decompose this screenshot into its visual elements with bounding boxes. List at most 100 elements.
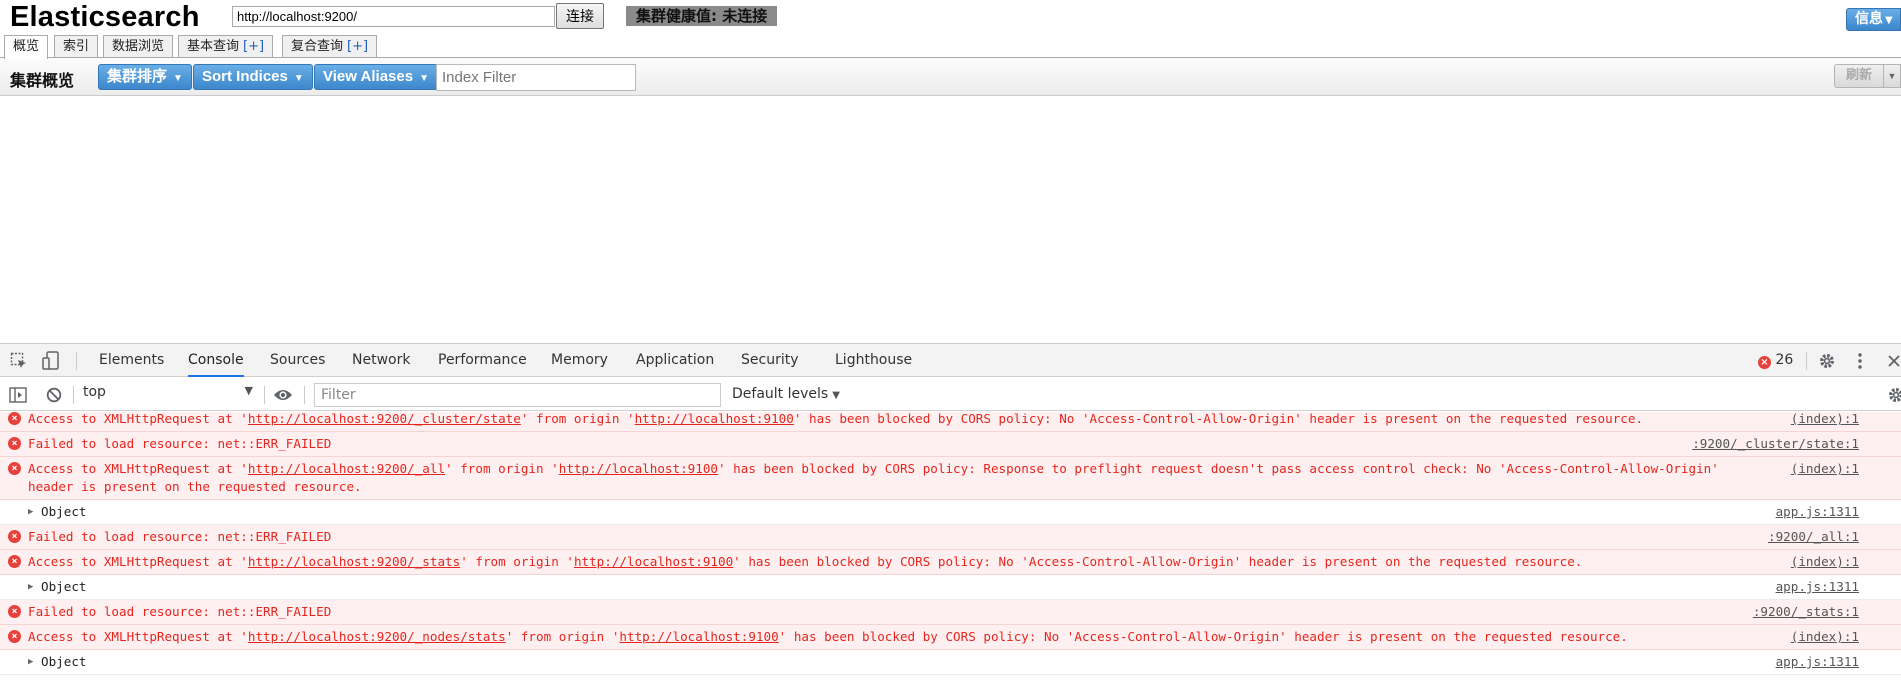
log-text: Object (41, 579, 87, 594)
add-tab-link[interactable]: [+] (243, 39, 264, 54)
log-message: Failed to load resource: net::ERR_FAILED (28, 604, 331, 619)
view-aliases-dropdown[interactable]: View Aliases ▼ (314, 64, 438, 90)
tab-browser[interactable]: 数据浏览 (103, 35, 174, 58)
log-url-link[interactable]: http://localhost:9100 (635, 412, 794, 426)
tab-overview[interactable]: 概览 (4, 35, 49, 59)
js-context-select[interactable]: top ▼ (83, 384, 253, 404)
expand-triangle-icon[interactable]: ▶ (28, 653, 33, 671)
error-icon: × (8, 605, 21, 618)
sort-indices-dropdown[interactable]: Sort Indices ▼ (193, 64, 313, 90)
sidebar-toggle-icon[interactable] (9, 387, 27, 403)
log-source-link[interactable]: (index):1 (1791, 553, 1859, 571)
console-log-row: ▶ Object app.js:1311 (0, 575, 1901, 600)
dropdown-label: View Aliases (323, 68, 414, 85)
log-text: Object (41, 654, 87, 669)
error-icon: × (8, 462, 21, 475)
log-source-link[interactable]: app.js:1311 (1776, 578, 1859, 596)
console-filter-input[interactable] (314, 383, 721, 407)
error-icon: × (8, 555, 21, 568)
log-source-link[interactable]: :9200/_all:1 (1768, 528, 1859, 546)
error-count: 26 (1775, 352, 1794, 368)
console-error-row: × Failed to load resource: net::ERR_FAILE… (0, 525, 1901, 550)
tab-performance[interactable]: Performance (438, 344, 527, 377)
tab-label: 基本查询 (187, 39, 240, 54)
cluster-health-badge: 集群健康值: 未连接 (626, 6, 778, 26)
clear-console-icon[interactable] (46, 387, 62, 403)
tab-console[interactable]: Console (188, 344, 244, 377)
log-source-link[interactable]: (index):1 (1791, 460, 1859, 478)
caret-down-icon: ▼ (173, 73, 183, 84)
log-source-link[interactable]: :9200/_cluster/state:1 (1692, 435, 1859, 453)
eye-icon[interactable] (273, 388, 293, 402)
device-toolbar-icon[interactable] (42, 351, 60, 371)
tab-network[interactable]: Network (352, 344, 410, 377)
error-icon: × (1758, 356, 1771, 369)
connect-button[interactable]: 连接 (556, 3, 604, 29)
log-source-link[interactable]: app.js:1311 (1776, 653, 1859, 671)
log-text: Access to XMLHttpRequest at ' (28, 461, 248, 476)
error-icon: × (8, 437, 21, 450)
refresh-button[interactable]: 刷新 (1834, 64, 1884, 88)
inspect-element-icon[interactable] (10, 352, 28, 370)
es-tab-strip: 概览 索引 数据浏览 基本查询 [+] 复合查询 [+] (0, 35, 1901, 59)
tab-indices[interactable]: 索引 (54, 35, 99, 58)
log-url-link[interactable]: http://localhost:9100 (574, 554, 733, 569)
close-icon[interactable] (1887, 354, 1901, 368)
log-text: Failed to load resource: net::ERR_FAILED (28, 604, 332, 619)
expand-triangle-icon[interactable]: ▶ (28, 578, 33, 596)
log-source-link[interactable]: (index):1 (1791, 628, 1859, 646)
console-settings-gear-icon[interactable] (1887, 386, 1901, 404)
divider (304, 386, 305, 404)
tab-security[interactable]: Security (741, 344, 799, 377)
log-url-link[interactable]: http://localhost:9100 (619, 629, 778, 644)
log-message[interactable]: Object (28, 504, 87, 519)
app-logo: Elasticsearch (10, 1, 200, 33)
tab-compound-query[interactable]: 复合查询 [+] (282, 35, 378, 58)
log-url-link[interactable]: http://localhost:9200/_all (248, 461, 445, 476)
log-text: Access to XMLHttpRequest at ' (28, 412, 248, 426)
log-text: Failed to load resource: net::ERR_FAILED (28, 529, 332, 544)
console-error-row: × Access to XMLHttpRequest at 'http://loc… (0, 412, 1901, 432)
tab-lighthouse[interactable]: Lighthouse (835, 344, 912, 377)
tab-memory[interactable]: Memory (551, 344, 608, 377)
log-text: ' has been blocked by CORS policy: No 'A… (793, 412, 1644, 426)
log-url-link[interactable]: http://localhost:9200/_cluster/state (248, 412, 521, 426)
log-source-link[interactable]: app.js:1311 (1776, 503, 1859, 521)
es-head-page: Elasticsearch 连接 集群健康值: 未连接 信息▼ 概览 索引 数据… (0, 0, 1901, 343)
tab-basic-query[interactable]: 基本查询 [+] (178, 35, 274, 58)
tab-label: 复合查询 (291, 39, 344, 54)
log-levels-dropdown[interactable]: Default levels ▼ (732, 386, 840, 402)
log-text: Failed to load resource: net::ERR_FAILED (28, 436, 332, 451)
cluster-sort-dropdown[interactable]: 集群排序 ▼ (98, 64, 192, 90)
error-count-badge[interactable]: × 26 (1758, 352, 1793, 369)
console-error-row: × Access to XMLHttpRequest at 'http://loc… (0, 625, 1901, 650)
tab-application[interactable]: Application (636, 344, 714, 377)
caret-down-icon: ▼ (1885, 15, 1893, 26)
tab-elements[interactable]: Elements (99, 344, 164, 377)
console-error-row: × Access to XMLHttpRequest at 'http://loc… (0, 550, 1901, 575)
context-value: top (83, 384, 106, 400)
tab-label: 索引 (63, 39, 90, 54)
log-url-link[interactable]: http://localhost:9200/_stats (248, 554, 460, 569)
log-url-link[interactable]: http://localhost:9200/_nodes/stats (248, 629, 506, 644)
info-menu-button[interactable]: 信息 ▼ (1846, 8, 1901, 31)
add-tab-link[interactable]: [+] (347, 39, 368, 54)
log-message: Failed to load resource: net::ERR_FAILED (28, 529, 331, 544)
expand-triangle-icon[interactable]: ▶ (28, 503, 33, 521)
gear-icon[interactable] (1818, 352, 1836, 370)
log-message[interactable]: Object (28, 654, 87, 669)
kebab-menu-icon[interactable] (1856, 352, 1864, 370)
log-source-link[interactable]: :9200/_stats:1 (1753, 603, 1859, 621)
tab-sources[interactable]: Sources (270, 344, 325, 377)
log-text: Access to XMLHttpRequest at ' (28, 629, 248, 644)
info-button-label: 信息 (1855, 11, 1883, 27)
log-message[interactable]: Object (28, 579, 87, 594)
dropdown-label: Sort Indices (202, 68, 288, 85)
index-filter-input[interactable] (436, 64, 636, 91)
refresh-options-caret-icon[interactable]: ▼ (1883, 64, 1901, 88)
log-text: ' has been blocked by CORS policy: No 'A… (778, 629, 1628, 644)
connection-url-input[interactable] (232, 6, 555, 27)
log-url-link[interactable]: http://localhost:9100 (559, 461, 718, 476)
log-source-link[interactable]: (index):1 (1791, 412, 1859, 428)
log-message: Access to XMLHttpRequest at 'http://loca… (28, 412, 1643, 426)
